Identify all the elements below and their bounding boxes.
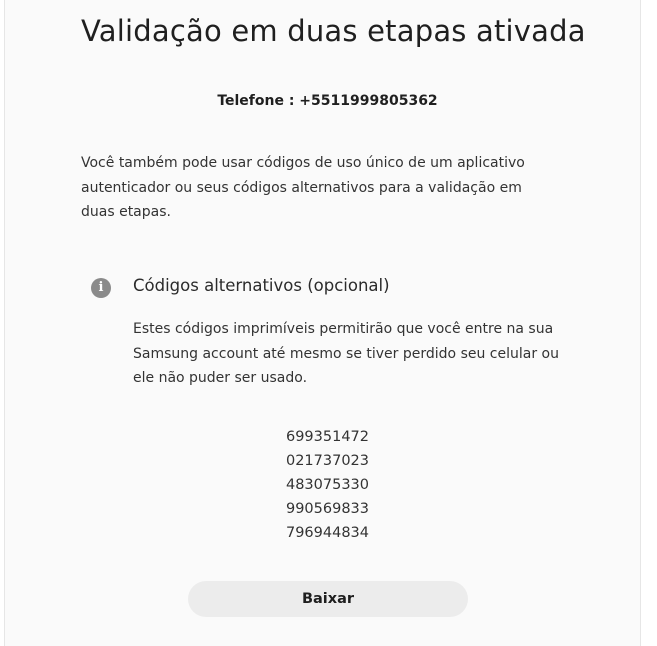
backup-codes-title: Códigos alternativos (opcional): [133, 276, 390, 295]
phone-number-label: Telefone : +5511999805362: [217, 93, 438, 109]
download-button[interactable]: Baixar: [188, 581, 468, 617]
backup-codes-description: Estes códigos imprimíveis permitirão que…: [133, 321, 559, 386]
backup-code: 699351472: [285, 429, 370, 445]
page: Validação em duas etapas ativada Telefon…: [0, 0, 657, 646]
page-title: Validação em duas etapas ativada: [81, 14, 586, 48]
backup-code: 796944834: [285, 525, 370, 541]
backup-code: 990569833: [285, 501, 370, 517]
content-panel: Validação em duas etapas ativada Telefon…: [4, 0, 641, 646]
info-icon: i: [91, 278, 111, 298]
intro-text: Você também pode usar códigos de uso úni…: [81, 155, 525, 220]
backup-codes-list: 699351472 021737023 483075330 990569833 …: [5, 425, 650, 545]
backup-code: 021737023: [285, 453, 370, 469]
backup-code: 483075330: [285, 477, 370, 493]
